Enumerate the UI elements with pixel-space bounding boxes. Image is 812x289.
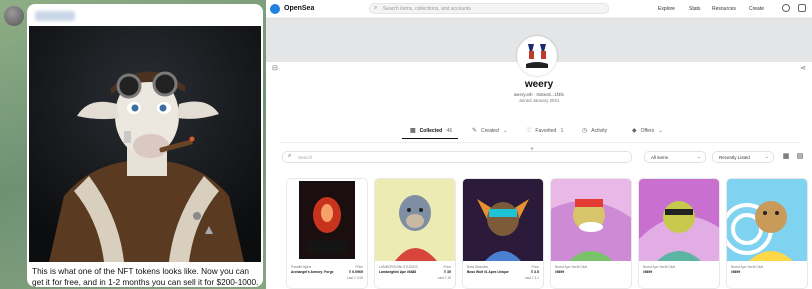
search-icon: ⌕ — [374, 5, 378, 11]
nft-card-image — [463, 179, 543, 261]
message-caption: This is what one of the NFT tokens looks… — [32, 266, 259, 287]
nft-name: Archangel's Armory: Forge — [291, 270, 334, 274]
profile-joined: Joined January 2021 — [518, 98, 560, 103]
clock-icon: ◷ — [582, 128, 588, 134]
nft-price: Ξ 35 — [443, 270, 451, 274]
nav-create[interactable]: Create — [749, 6, 764, 12]
chat-panel: blurred — [0, 0, 266, 289]
message-bubble: blurred — [27, 4, 263, 287]
nft-card[interactable]: Bored Ape Yacht Club #6699 — [550, 178, 632, 289]
tab-created[interactable]: ✎ Created ⌄ — [472, 127, 507, 134]
opensea-logo-icon[interactable] — [270, 4, 280, 14]
share-icon[interactable]: ⋖ — [800, 64, 806, 72]
nft-price: Ξ 0.0969 — [348, 270, 363, 274]
expand-icon[interactable]: + — [530, 146, 534, 153]
nft-price-label: Price — [443, 265, 451, 269]
tab-activity[interactable]: ◷ Activity — [582, 127, 607, 134]
tab-favorited[interactable]: ♡ Favorited 1 — [526, 127, 563, 134]
sender-avatar[interactable] — [4, 6, 24, 26]
chevron-down-icon: ⌄ — [764, 154, 769, 160]
tab-count: 46 — [446, 128, 453, 134]
tab-collected[interactable]: ▦ Collected 46 — [410, 127, 452, 134]
nft-last-price: Last Ξ 0.06 — [346, 276, 363, 280]
grid-view-icon[interactable]: ▦ — [782, 153, 790, 161]
nft-collection[interactable]: Boss Beauties — [467, 265, 488, 269]
items-filter-select[interactable]: All items ⌄ — [644, 151, 706, 163]
nft-price-label: Price — [355, 265, 363, 269]
nav-resources[interactable]: Resources — [712, 6, 736, 12]
nft-card[interactable]: Bored Ape Yacht Club #6699 — [638, 178, 720, 289]
nft-card[interactable]: LAMBORGHINI STUDIOS Lamborghini Ape #648… — [374, 178, 456, 289]
heart-icon: ♡ — [526, 128, 532, 134]
brand-name[interactable]: OpenSea — [284, 5, 314, 12]
top-nav-bar: OpenSea ⌕ Search items, collections, and… — [266, 0, 812, 18]
sort-select[interactable]: Recently Listed ⌄ — [712, 151, 774, 163]
tab-count: 1 — [560, 128, 564, 134]
nft-name: #6699 — [555, 270, 565, 274]
nft-collection[interactable]: Bored Ape Yacht Club — [643, 265, 675, 269]
nft-card-image — [727, 179, 807, 261]
nft-last-price: Last Ξ 3.1 — [524, 276, 539, 280]
nft-price: Ξ 3.5 — [530, 270, 539, 274]
chevron-down-icon: ⌄ — [658, 128, 663, 134]
activity-icon[interactable]: ⊟ — [272, 64, 278, 72]
nft-card-image — [639, 179, 719, 261]
items-search-placeholder: Search — [298, 155, 313, 160]
nft-name: #6699 — [731, 270, 741, 274]
search-placeholder: Search items, collections, and accounts — [383, 6, 471, 12]
nft-card[interactable]: Parallel Alpha Archangel's Armory: Forge… — [286, 178, 368, 289]
sender-name[interactable]: blurred — [35, 11, 75, 21]
nft-card-image — [551, 179, 631, 261]
nft-collection[interactable]: LAMBORGHINI STUDIOS — [379, 265, 418, 269]
items-search-input[interactable]: ⌕ Search — [282, 151, 632, 163]
active-tab-underline — [402, 138, 458, 139]
tab-label: Created — [481, 128, 499, 134]
nav-stats[interactable]: Stats — [689, 6, 700, 12]
tab-label: Favorited — [535, 128, 557, 134]
tab-label: Activity — [591, 128, 608, 134]
tab-offers[interactable]: ◆ Offers ⌄ — [632, 127, 663, 134]
tab-label: Collected — [419, 128, 443, 134]
nft-card[interactable]: Boss Beauties Boss Wolf #1 Apes Unique P… — [462, 178, 544, 289]
profile-avatar[interactable] — [517, 36, 557, 76]
tag-icon: ◆ — [632, 128, 637, 134]
items-filter-value: All items — [651, 155, 669, 160]
tab-label: Offers — [640, 128, 655, 134]
nft-name: Lamborghini Ape #6488 — [379, 270, 417, 274]
global-search-input[interactable]: ⌕ Search items, collections, and account… — [369, 3, 609, 14]
wallet-icon[interactable] — [798, 4, 806, 12]
opensea-window: OpenSea ⌕ Search items, collections, and… — [266, 0, 812, 289]
nft-name: #6699 — [643, 270, 653, 274]
nft-card[interactable]: Bored Ape Yacht Club #6699 — [726, 178, 808, 289]
nft-collection[interactable]: Parallel Alpha — [291, 265, 311, 269]
nft-card-image — [287, 179, 367, 261]
account-icon[interactable] — [782, 4, 790, 12]
search-icon: ⌕ — [288, 153, 292, 159]
nft-collection[interactable]: Bored Ape Yacht Club — [731, 265, 763, 269]
nft-price-label: Price — [531, 265, 539, 269]
nft-grid: Parallel Alpha Archangel's Armory: Forge… — [286, 178, 808, 289]
grid-icon: ▦ — [410, 128, 416, 134]
list-view-icon[interactable]: ▤ — [796, 153, 804, 161]
profile-address[interactable]: weery.eth · 0x6ec8...1f4fe — [266, 92, 812, 97]
nft-name: Boss Wolf #1 Apes Unique — [467, 270, 509, 274]
tabs-divider — [280, 142, 800, 143]
nft-collection[interactable]: Bored Ape Yacht Club — [555, 265, 587, 269]
nft-image[interactable] — [29, 26, 261, 262]
profile-tabs: ▦ Collected 46 ✎ Created ⌄ ♡ Favorited 1 ◷ A… — [402, 125, 682, 139]
chevron-down-icon: ⌄ — [696, 154, 701, 160]
chevron-down-icon: ⌄ — [503, 128, 508, 134]
nav-explore[interactable]: Explore — [658, 6, 675, 12]
brush-icon: ✎ — [472, 128, 478, 134]
nft-last-price: Last Ξ 30 — [437, 276, 451, 280]
sort-value: Recently Listed — [719, 155, 750, 160]
nft-card-image — [375, 179, 455, 261]
profile-username: weery — [524, 79, 554, 90]
